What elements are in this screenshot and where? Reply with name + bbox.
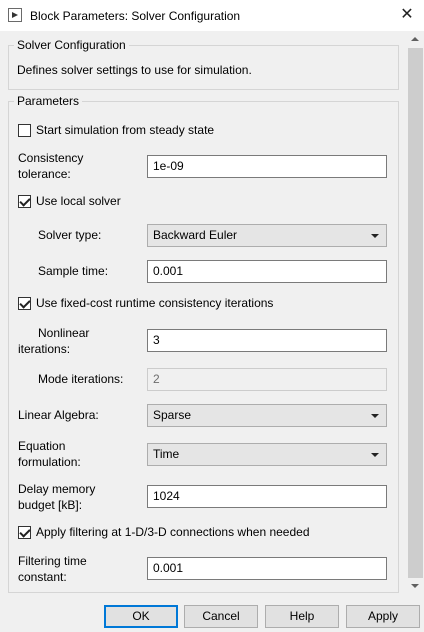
delay-memory-field[interactable]: 1024 bbox=[147, 485, 387, 508]
apply-filtering-checkbox[interactable] bbox=[18, 526, 31, 539]
chevron-down-icon bbox=[371, 234, 379, 238]
title-bar: Block Parameters: Solver Configuration ✕ bbox=[0, 0, 424, 31]
delay-memory-label-2: budget [kB]: bbox=[18, 498, 83, 512]
use-local-solver-label: Use local solver bbox=[36, 194, 121, 208]
sample-time-field[interactable]: 0.001 bbox=[147, 260, 387, 283]
scroll-up-icon[interactable] bbox=[411, 37, 419, 41]
solver-type-value: Backward Euler bbox=[153, 228, 238, 242]
chevron-down-icon bbox=[371, 414, 379, 418]
equation-formulation-dropdown[interactable]: Time bbox=[147, 443, 387, 466]
mode-iterations-field: 2 bbox=[147, 368, 387, 391]
solver-type-label: Solver type: bbox=[38, 228, 102, 242]
description-group-title: Solver Configuration bbox=[14, 38, 129, 53]
vertical-scrollbar[interactable] bbox=[407, 31, 424, 594]
linear-algebra-value: Sparse bbox=[153, 408, 192, 422]
fixed-cost-label: Use fixed-cost runtime consistency itera… bbox=[36, 296, 274, 310]
start-steady-state-label: Start simulation from steady state bbox=[36, 123, 215, 137]
apply-filtering-label: Apply filtering at 1-D/3-D connections w… bbox=[36, 525, 310, 539]
consistency-tolerance-field[interactable]: 1e-09 bbox=[147, 155, 387, 178]
ok-button[interactable]: OK bbox=[104, 605, 178, 628]
nonlinear-iterations-label-1: Nonlinear bbox=[38, 326, 90, 340]
filtering-time-constant-label-1: Filtering time bbox=[18, 554, 87, 568]
delay-memory-label-1: Delay memory bbox=[18, 482, 96, 496]
start-steady-state-checkbox[interactable] bbox=[18, 124, 31, 137]
fixed-cost-checkbox[interactable] bbox=[18, 297, 31, 310]
filtering-time-constant-label-2: constant: bbox=[18, 570, 67, 584]
simulink-block-icon bbox=[8, 8, 22, 22]
consistency-tolerance-label-2: tolerance: bbox=[18, 167, 71, 181]
apply-button[interactable]: Apply bbox=[346, 605, 420, 628]
equation-formulation-label-2: formulation: bbox=[18, 455, 81, 469]
chevron-down-icon bbox=[371, 453, 379, 457]
nonlinear-iterations-field[interactable]: 3 bbox=[147, 329, 387, 352]
window-title: Block Parameters: Solver Configuration bbox=[30, 9, 241, 23]
linear-algebra-label: Linear Algebra: bbox=[18, 408, 99, 422]
mode-iterations-label: Mode iterations: bbox=[38, 372, 124, 386]
close-icon[interactable]: ✕ bbox=[394, 4, 420, 26]
use-local-solver-checkbox[interactable] bbox=[18, 195, 31, 208]
equation-formulation-label-1: Equation bbox=[18, 439, 66, 453]
nonlinear-iterations-label-2: iterations: bbox=[18, 342, 71, 356]
solver-type-dropdown[interactable]: Backward Euler bbox=[147, 224, 387, 247]
filtering-time-constant-field[interactable]: 0.001 bbox=[147, 557, 387, 580]
cancel-button[interactable]: Cancel bbox=[184, 605, 258, 628]
parameters-group-title: Parameters bbox=[14, 94, 83, 109]
description-text: Defines solver settings to use for simul… bbox=[17, 63, 252, 77]
equation-formulation-value: Time bbox=[153, 447, 180, 461]
scroll-down-icon[interactable] bbox=[411, 584, 419, 588]
scrollbar-thumb[interactable] bbox=[408, 48, 423, 578]
consistency-tolerance-label-1: Consistency bbox=[18, 151, 84, 165]
help-button[interactable]: Help bbox=[265, 605, 339, 628]
linear-algebra-dropdown[interactable]: Sparse bbox=[147, 404, 387, 427]
sample-time-label: Sample time: bbox=[38, 264, 109, 278]
